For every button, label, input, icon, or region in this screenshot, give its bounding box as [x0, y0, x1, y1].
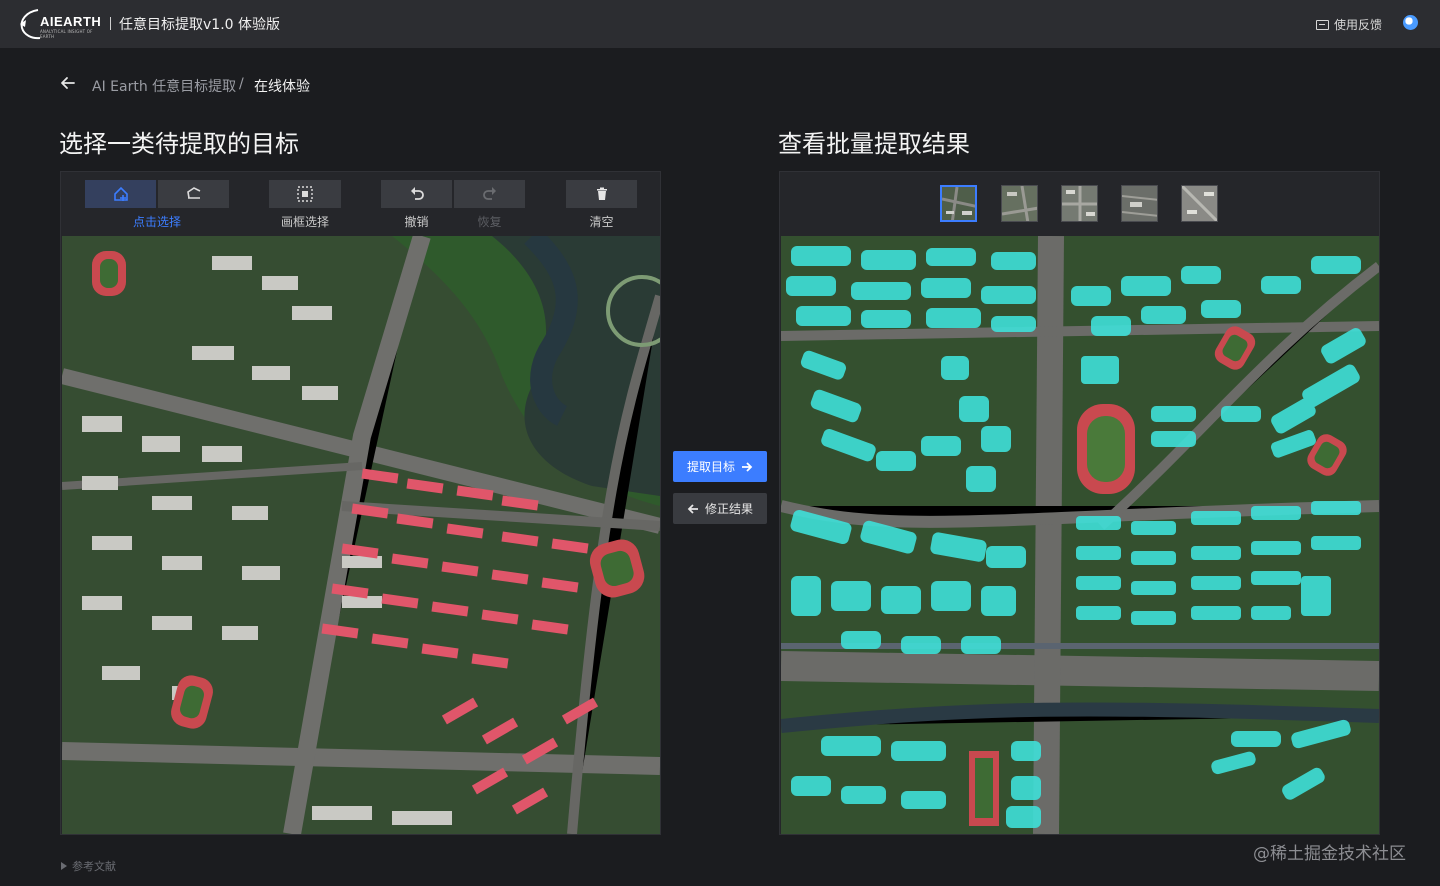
logo-arc-icon	[20, 9, 41, 40]
result-satellite-image	[781, 236, 1379, 834]
click-select-label[interactable]: 点击选择	[85, 213, 229, 230]
watermark: @稀土掘金技术社区	[1253, 844, 1406, 864]
feedback-icon	[1316, 19, 1329, 30]
point-select-tool[interactable]	[85, 180, 156, 208]
point-select-icon	[113, 186, 128, 201]
clear-button[interactable]	[566, 180, 637, 208]
feedback-label: 使用反馈	[1334, 18, 1383, 32]
clear-label[interactable]: 清空	[566, 213, 637, 230]
thumbnail-image	[1002, 186, 1037, 221]
left-heading: 选择一类待提取的目标	[59, 130, 299, 158]
top-bar: AIEARTH ANALYTICAL INSIGHT OF EARTH 任意目标…	[0, 0, 1440, 48]
thumbnail-image	[942, 187, 975, 220]
arrow-left-icon	[687, 503, 698, 514]
result-thumbnail-3[interactable]	[1061, 185, 1098, 222]
breadcrumb-parent[interactable]: AI Earth 任意目标提取	[92, 76, 236, 96]
app-title: 任意目标提取v1.0 体验版	[119, 17, 280, 33]
right-heading: 查看批量提取结果	[778, 130, 970, 158]
results-panel	[779, 171, 1380, 835]
selection-panel: 点击选择 画框选择 撤销 恢复 清空	[60, 171, 661, 835]
polygon-select-tool[interactable]	[158, 180, 229, 208]
extract-target-label: 提取目标	[686, 460, 735, 474]
result-thumbnail-4[interactable]	[1121, 185, 1158, 222]
undo-label[interactable]: 撤销	[381, 213, 452, 230]
references-toggle[interactable]: 参考文献	[61, 858, 116, 874]
redo-icon	[482, 187, 496, 200]
result-satellite-map[interactable]	[781, 236, 1379, 834]
title-divider	[110, 17, 111, 30]
result-thumbnail-5[interactable]	[1181, 185, 1218, 222]
input-satellite-map[interactable]	[62, 236, 660, 834]
box-select-icon	[297, 186, 313, 202]
revise-result-button[interactable]: 修正结果	[673, 493, 767, 524]
references-label: 参考文献	[72, 860, 116, 873]
logo-subtitle: ANALYTICAL INSIGHT OF EARTH	[40, 29, 93, 39]
extract-target-button[interactable]: 提取目标	[673, 451, 767, 482]
revise-result-label: 修正结果	[704, 502, 753, 516]
back-arrow-icon[interactable]	[59, 74, 77, 92]
feedback-link[interactable]: 使用反馈	[1316, 16, 1382, 33]
user-avatar[interactable]	[1403, 15, 1418, 30]
logo-text: AIEARTH	[40, 14, 102, 29]
caret-right-icon	[61, 862, 67, 870]
redo-label[interactable]: 恢复	[454, 213, 525, 230]
box-select-tool[interactable]	[269, 180, 341, 208]
redo-button[interactable]	[454, 180, 525, 208]
thumbnail-image	[1062, 186, 1097, 221]
box-select-label[interactable]: 画框选择	[269, 213, 341, 230]
result-thumbnail-1[interactable]	[940, 185, 977, 222]
undo-button[interactable]	[381, 180, 452, 208]
result-thumbnail-2[interactable]	[1001, 185, 1038, 222]
breadcrumb-current: 在线体验	[254, 79, 310, 95]
breadcrumb-separator: /	[239, 76, 244, 92]
thumbnail-image	[1122, 186, 1157, 221]
arrow-right-icon	[742, 461, 753, 472]
aiearth-logo[interactable]: AIEARTH ANALYTICAL INSIGHT OF EARTH	[18, 8, 104, 40]
undo-icon	[410, 187, 424, 200]
trash-icon	[596, 187, 607, 200]
polygon-select-icon	[186, 187, 200, 199]
thumbnail-image	[1182, 186, 1217, 221]
input-satellite-image	[62, 236, 660, 834]
